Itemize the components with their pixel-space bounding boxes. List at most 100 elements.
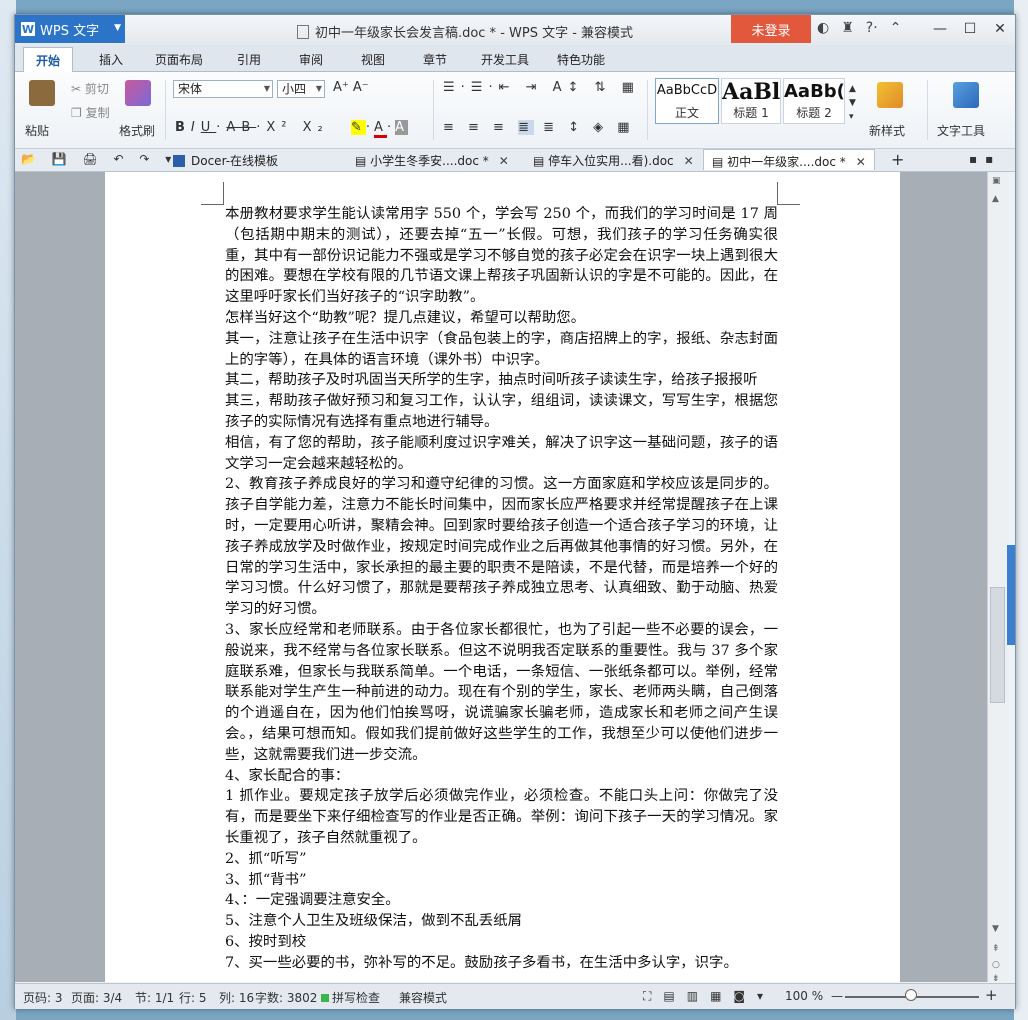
tab-view-icons[interactable]: ▪▪ — [969, 152, 1001, 166]
paragraph: 其一，注意让孩子在生活中识字（食品包装上的字，商店招牌上的字，报纸、杂志封面上的… — [225, 330, 778, 368]
format-painter-icon[interactable] — [125, 80, 151, 106]
list-icons[interactable]: ☰·☰·⇤ ⇥ A↕ ⇅ ▦ — [443, 80, 640, 95]
doc-tab-parents-meeting[interactable]: ▤ 初中一年级家....doc * ✕ — [703, 149, 875, 170]
close-tab-icon[interactable]: ✕ — [684, 154, 694, 168]
style-heading2[interactable]: AaBb( 标题 2 — [783, 78, 845, 124]
document-tabs: 📂 💾 🖨 ↶ ↷ ▾ Docer-在线模板 ▤ 小学生冬季安....doc *… — [15, 149, 1015, 172]
format-painter-button[interactable]: 格式刷 — [119, 122, 155, 139]
status-section: 节: 1/1 — [135, 991, 175, 1005]
window-title: 初中一年级家长会发言稿.doc * - WPS 文字 - 兼容模式 — [295, 22, 635, 41]
paragraph: 2、抓“听写” — [225, 850, 307, 867]
document-text[interactable]: 本册教材要求学生能认读常用字 550 个，学会写 250 个，而我们的学习时间是… — [225, 204, 778, 973]
doc-tab-parking[interactable]: ▤ 停车入位实用...看).doc ✕ — [533, 152, 694, 169]
paragraph: 其三，帮助孩子做好预习和复习工作，认认字，组组词，读读课文，写写生字，根据您孩子… — [225, 393, 778, 430]
paste-button[interactable]: 粘贴 — [25, 122, 49, 139]
copy-icon: ❐ — [71, 106, 82, 120]
grow-font-icon[interactable]: A⁺ A⁻ — [333, 80, 369, 95]
document-icon: ▤ — [712, 155, 728, 169]
close-tab-icon[interactable]: ✕ — [856, 155, 866, 169]
collapse-ribbon-icon[interactable]: ⌃ — [890, 20, 902, 36]
crop-mark — [777, 182, 800, 205]
prev-page-icon[interactable]: ⇞ — [992, 944, 1000, 954]
tab-review[interactable]: 审阅 — [299, 51, 323, 68]
wps-logo-icon: W — [21, 22, 35, 36]
close-icon[interactable]: ✕ — [985, 15, 1015, 43]
doc-tab-winter-safety[interactable]: ▤ 小学生冬季安....doc * ✕ — [355, 152, 509, 169]
skin-icon[interactable]: ◐ — [817, 20, 829, 36]
side-panel-handle[interactable] — [1007, 545, 1015, 645]
quick-access-icons[interactable]: 📂 💾 🖨 ↶ ↷ ▾ — [21, 152, 177, 166]
new-tab-icon[interactable]: + — [891, 150, 904, 169]
browse-object-icon[interactable]: ○ — [992, 960, 1000, 970]
document-area: 本册教材要求学生能认读常用字 550 个，学会写 250 个，而我们的学习时间是… — [15, 172, 987, 982]
paragraph: 本册教材要求学生能认读常用字 550 个，学会写 250 个，而我们的学习时间是… — [225, 206, 778, 306]
paragraph: 相信，有了您的帮助，孩子能顺利度过识字难关，解决了识字这一基础问题，孩子的语文学… — [225, 434, 778, 472]
status-compat-mode: 兼容模式 — [399, 991, 448, 1005]
styles-scroll[interactable]: ▲ ▼ ▾ — [849, 82, 856, 124]
login-button[interactable]: 未登录 — [731, 15, 811, 43]
new-style-icon[interactable] — [877, 82, 903, 108]
status-page-number: 页码: 3 — [23, 991, 63, 1005]
paragraph: 3、家长应经常和老师联系。由于各位家长都很忙，也为了引起一些不必要的误会，一般说… — [225, 621, 778, 763]
tab-developer[interactable]: 开发工具 — [481, 51, 529, 68]
tab-references[interactable]: 引用 — [237, 51, 261, 68]
document-icon: ▤ — [355, 154, 371, 168]
view-mode-icons[interactable]: ⛶▤▥▦◙▾ — [643, 989, 775, 1004]
zoom-out-icon[interactable]: — — [831, 989, 843, 1003]
style-heading1[interactable]: AaBl 标题 1 — [721, 78, 781, 124]
spell-check-toggle[interactable]: 拼写检查 — [321, 989, 380, 1006]
minimize-icon[interactable]: — — [925, 15, 955, 43]
chevron-down-icon: ▼ — [263, 84, 270, 93]
paragraph: 其二，帮助孩子及时巩固当天所学的生字，抽点时间听孩子读读生字，给孩子报报听 — [225, 372, 758, 389]
tab-page-layout[interactable]: 页面布局 — [155, 51, 203, 68]
new-style-button[interactable]: 新样式 — [869, 122, 905, 139]
style-normal[interactable]: AaBbCcD 正文 — [655, 78, 719, 124]
paragraph: 7、买一些必要的书，弥补写的不足。鼓励孩子多看书，在生活中多认字，识字。 — [225, 954, 738, 971]
text-tools-icon[interactable] — [953, 82, 979, 108]
tab-insert[interactable]: 插入 — [99, 51, 123, 68]
ribbon-home: 粘贴 ✂ 剪切 ❐ 复制 格式刷 宋体 ▼ 小四 ▼ A⁺ A⁻ BIU·AB·X²… — [15, 72, 1015, 149]
align-icons[interactable]: ≡ ≡ ≡ ≣ ≣ ↕ ◈ ▦ — [443, 120, 635, 135]
tab-special[interactable]: 特色功能 — [557, 51, 605, 68]
zoom-slider-knob[interactable] — [905, 989, 917, 1001]
wps-window: W WPS 文字 ▼ 初中一年级家长会发言稿.doc * - WPS 文字 - … — [14, 14, 1016, 1009]
cut-button[interactable]: ✂ 剪切 — [71, 80, 109, 97]
tab-home[interactable]: 开始 — [23, 47, 74, 73]
font-name-select[interactable]: 宋体 ▼ — [173, 80, 273, 98]
status-words[interactable]: 字数: 3802 — [255, 989, 317, 1006]
scrollbar-thumb[interactable] — [990, 587, 1005, 703]
font-color-icons[interactable]: ✎·A·A — [351, 120, 408, 138]
zoom-level[interactable]: 100 % — [785, 989, 823, 1003]
close-tab-icon[interactable]: ✕ — [499, 154, 509, 168]
doc-tab-docer[interactable]: Docer-在线模板 — [173, 152, 278, 169]
font-format-icons[interactable]: BIU·AB·X² X₂ — [175, 120, 329, 135]
ruler-toggle-icon[interactable]: ▣ — [992, 176, 1001, 186]
paragraph: 6、按时到校 — [225, 933, 307, 950]
text-tools-button[interactable]: 文字工具 — [937, 122, 985, 139]
scroll-down-icon[interactable]: ▼ — [992, 924, 999, 934]
vertical-scrollbar[interactable]: ▣ ▲ ▼ ⇞ ○ ⇟ — [987, 172, 1008, 984]
tab-chapter[interactable]: 章节 — [423, 51, 447, 68]
status-col: 列: 16 — [219, 991, 255, 1005]
ribbon-separator — [927, 80, 928, 140]
scroll-up-icon[interactable]: ▲ — [992, 194, 999, 204]
font-size-select[interactable]: 小四 ▼ — [277, 80, 325, 98]
paragraph: 4、家长配合的事： — [225, 767, 350, 784]
title-tools: ◐ ♜ ?· ⌃ — [817, 20, 901, 36]
paragraph: 3、抓“背书” — [225, 871, 307, 888]
document-icon: ▤ — [533, 154, 549, 168]
tab-view[interactable]: 视图 — [361, 51, 385, 68]
help-icon[interactable]: ?· — [866, 20, 878, 36]
scissors-icon: ✂ — [71, 82, 82, 96]
shirt-icon[interactable]: ♜ — [841, 20, 854, 36]
desktop-edge-right — [1014, 0, 1028, 1020]
maximize-icon[interactable]: ☐ — [955, 15, 985, 43]
document-page[interactable]: 本册教材要求学生能认读常用字 550 个，学会写 250 个，而我们的学习时间是… — [105, 172, 900, 982]
app-name: WPS 文字 — [40, 23, 100, 39]
chevron-down-icon: ▼ — [315, 84, 322, 93]
paste-icon[interactable] — [29, 80, 55, 106]
copy-button[interactable]: ❐ 复制 — [71, 104, 110, 121]
zoom-in-icon[interactable]: + — [985, 986, 998, 1004]
app-menu-button[interactable]: W WPS 文字 ▼ — [15, 15, 125, 43]
paragraph: 2、教育孩子养成良好的学习和遵守纪律的习惯。这一方面家庭和学校应该是同步的。孩子… — [225, 476, 778, 618]
